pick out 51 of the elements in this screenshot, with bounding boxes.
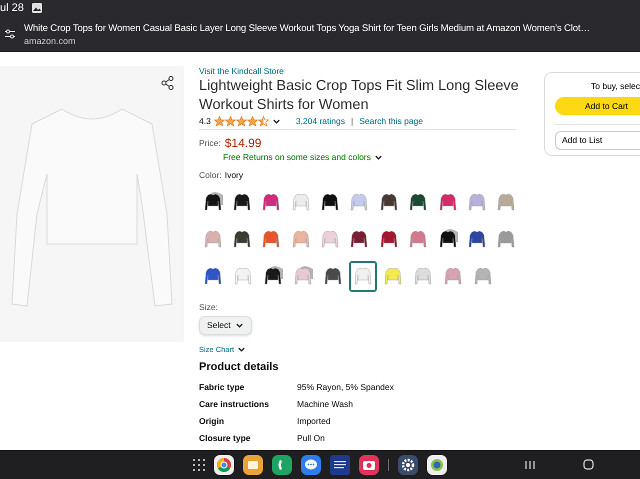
product-title: Lightweight Basic Crop Tops Fit Slim Long Sleeve Workout Shirts for Women bbox=[199, 77, 520, 115]
detail-label: Origin bbox=[199, 415, 226, 428]
settings-icon[interactable] bbox=[398, 454, 418, 474]
add-to-list-button[interactable]: Add to List bbox=[555, 130, 640, 150]
details-heading: Product details bbox=[199, 360, 280, 374]
color-swatch[interactable] bbox=[349, 260, 378, 292]
folder-icon[interactable] bbox=[243, 454, 263, 474]
chevron-down-icon bbox=[374, 152, 383, 162]
color-value: Ivory bbox=[224, 168, 244, 182]
ratings-link[interactable]: 3,204 ratings bbox=[296, 115, 345, 127]
separator-text: | bbox=[351, 115, 354, 127]
chevron-down-icon bbox=[234, 321, 244, 330]
detail-value: Imported bbox=[297, 415, 331, 428]
detail-value: Pull On bbox=[297, 432, 325, 445]
add-to-cart-button[interactable]: Add to Cart bbox=[555, 97, 640, 116]
page-domain: amazon.com bbox=[24, 36, 77, 46]
size-select[interactable]: Select bbox=[199, 316, 252, 336]
share-icon[interactable] bbox=[161, 76, 174, 90]
weather-app-icon[interactable] bbox=[330, 454, 350, 474]
image-icon bbox=[32, 3, 42, 13]
store-link[interactable]: Visit the Kindcall Store bbox=[199, 66, 520, 77]
rating-value: 4.3 bbox=[199, 115, 211, 127]
tune-icon[interactable] bbox=[4, 28, 16, 40]
color-label: Color: bbox=[199, 168, 222, 182]
buy-prompt: To buy, selec bbox=[590, 80, 640, 93]
detail-label: Care instructions bbox=[199, 398, 270, 411]
chevron-down-icon bbox=[272, 116, 281, 126]
search-page-link[interactable]: Search this page bbox=[359, 115, 424, 127]
phone-icon[interactable] bbox=[272, 454, 292, 474]
detail-value: 95% Rayon, 5% Spandex bbox=[297, 381, 394, 394]
star-icon bbox=[236, 116, 247, 126]
free-returns-link[interactable]: Free Returns on some sizes and colors bbox=[223, 151, 371, 164]
app-grid-icon[interactable] bbox=[193, 458, 205, 470]
recent-apps-icon[interactable] bbox=[525, 460, 535, 470]
star-icon bbox=[214, 116, 225, 126]
star-icon bbox=[258, 116, 269, 126]
price-label: Price: bbox=[199, 137, 221, 150]
size-label: Size: bbox=[199, 300, 219, 314]
page-title: White Crop Tops for Women Casual Basic Layer Long Sleeve Workout Tops Yoga Shirt for Teen Girls Medium at Amazon Women’s Clot… bbox=[24, 22, 590, 36]
price: $14.99 bbox=[224, 136, 262, 150]
chat-icon[interactable] bbox=[301, 454, 321, 474]
detail-label: Fabric type bbox=[199, 381, 246, 394]
chevron-down-icon bbox=[237, 345, 246, 354]
browser-icon[interactable] bbox=[214, 454, 234, 474]
star-icon bbox=[224, 116, 236, 126]
camera-icon[interactable] bbox=[359, 454, 379, 474]
detail-value: Machine Wash bbox=[297, 398, 353, 411]
detail-label: Closure type bbox=[199, 432, 252, 445]
status-date: ul 28 bbox=[0, 0, 24, 16]
star-icon bbox=[246, 116, 258, 126]
home-icon[interactable] bbox=[583, 459, 594, 470]
